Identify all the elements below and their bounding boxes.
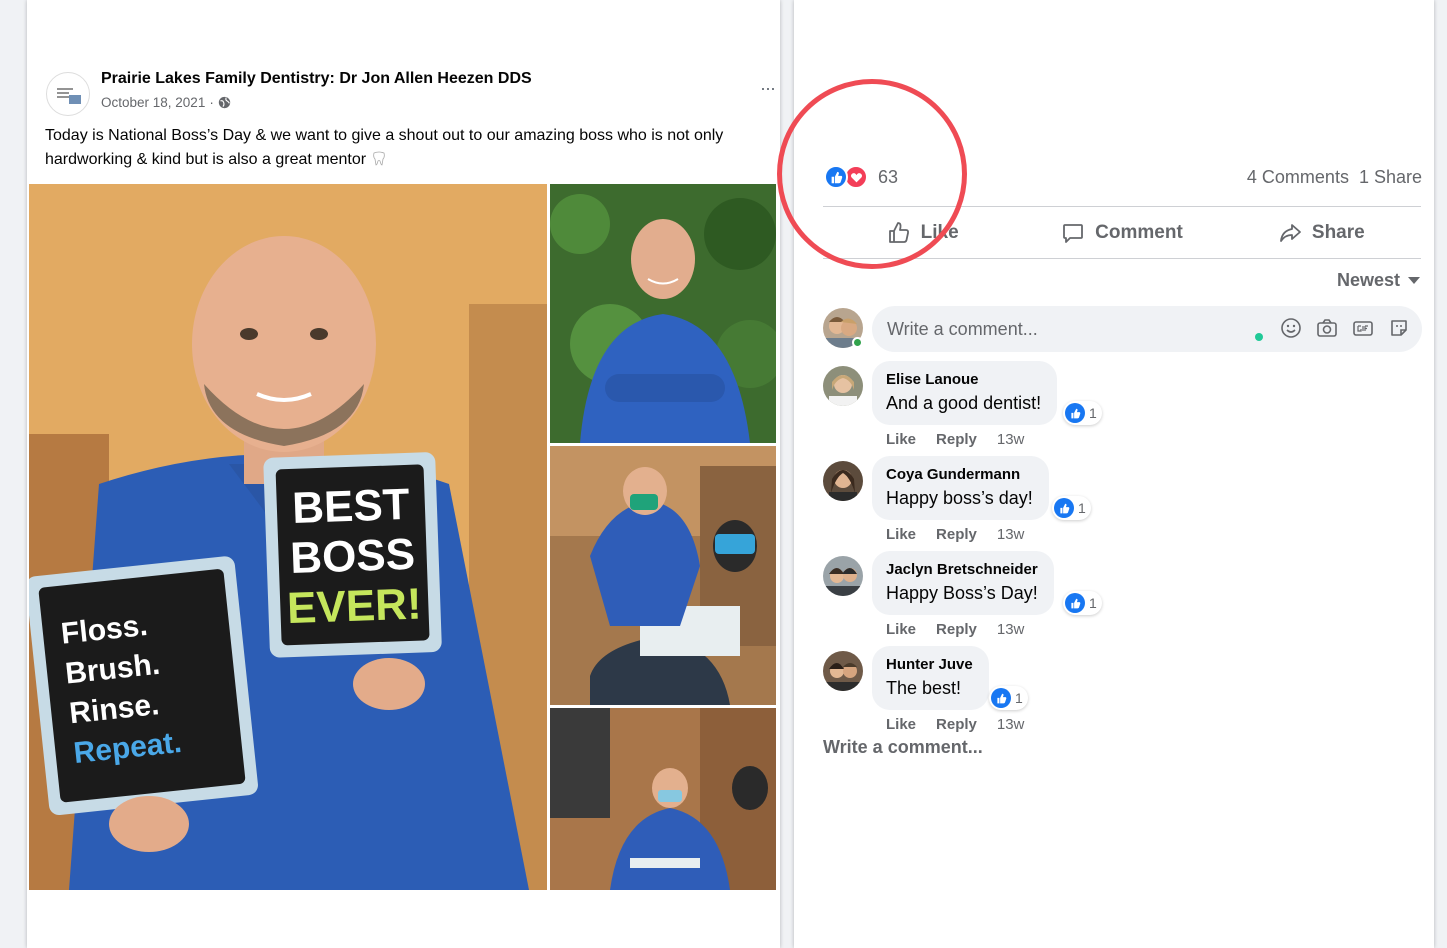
dentistry-logo-icon	[53, 83, 83, 105]
photo-thumb-3[interactable]	[550, 708, 776, 890]
post-panel: Prairie Lakes Family Dentistry: Dr Jon A…	[27, 0, 780, 948]
reaction-count: 63	[878, 166, 899, 187]
like-reaction-icon	[824, 165, 848, 189]
comment-bubble: Elise Lanoue And a good dentist!	[872, 361, 1058, 425]
comment-actions: Like Reply 13w	[886, 716, 1024, 733]
action-bar: Like Comment Share	[823, 208, 1421, 258]
comment-text: Happy Boss’s Day!	[886, 583, 1038, 603]
comment-reaction-badge[interactable]: 1	[989, 686, 1028, 710]
photo-thumb-2[interactable]	[550, 446, 776, 705]
comment-like-link[interactable]: Like	[886, 621, 916, 638]
share-button[interactable]: Share	[1222, 208, 1421, 258]
share-button-label: Share	[1311, 222, 1365, 243]
meta-separator: ·	[209, 95, 214, 110]
comment-button-label: Comment	[1095, 222, 1183, 243]
photo-thumb-1[interactable]	[550, 184, 776, 443]
comment-input[interactable]	[887, 306, 1247, 352]
like-button-label: Like	[920, 222, 959, 243]
comment-composer	[872, 306, 1422, 352]
sign-ever: EVER!	[286, 580, 422, 634]
comment-reply-link[interactable]: Reply	[936, 431, 977, 448]
comment-actions: Like Reply 13w	[886, 621, 1024, 638]
comment-author[interactable]: Jaclyn Bretschneider	[886, 560, 1038, 580]
like-reaction-icon	[1065, 593, 1085, 613]
photo-main[interactable]: Floss. Brush. Rinse. Repeat. BEST BOSS E…	[29, 184, 547, 890]
comment-reply-link[interactable]: Reply	[936, 621, 977, 638]
like-button[interactable]: Like	[823, 208, 1022, 258]
engagement-counts: 4 Comments 1 Share	[1247, 167, 1422, 188]
comment-item: Hunter Juve The best! 1 Like Reply 13w	[823, 646, 1413, 741]
comment-reaction-badge[interactable]: 1	[1063, 591, 1102, 615]
comment-timestamp[interactable]: 13w	[997, 526, 1025, 543]
shares-count[interactable]: 1 Share	[1359, 167, 1422, 188]
comment-text: Happy boss’s day!	[886, 488, 1033, 508]
chevron-down-icon	[1408, 277, 1420, 284]
comment-reaction-count: 1	[1089, 595, 1097, 611]
tooth-icon	[372, 151, 385, 166]
post-text: Today is National Boss’s Day & we want t…	[45, 124, 765, 172]
comment-bubble: Hunter Juve The best!	[872, 646, 989, 710]
divider-bottom	[823, 258, 1421, 259]
comment-like-link[interactable]: Like	[886, 716, 916, 733]
like-reaction-icon	[1054, 498, 1074, 518]
write-comment-link[interactable]: Write a comment...	[823, 737, 983, 758]
comment-reaction-count: 1	[1078, 500, 1086, 516]
thumbs-up-icon	[888, 222, 909, 243]
comment-item: Coya Gundermann Happy boss’s day! 1 Like…	[823, 456, 1413, 551]
comment-reaction-badge[interactable]: 1	[1052, 496, 1091, 520]
like-reaction-icon	[991, 688, 1011, 708]
gif-icon[interactable]	[1352, 317, 1374, 339]
composer-icons	[1280, 317, 1410, 339]
post-meta: October 18, 2021 ·	[101, 95, 231, 110]
more-options-icon[interactable]: ···	[760, 78, 776, 99]
comment-reaction-count: 1	[1015, 690, 1023, 706]
comment-bubble: Jaclyn Bretschneider Happy Boss’s Day!	[872, 551, 1054, 615]
engagement-panel: 63 4 Comments 1 Share Like Comment Share…	[794, 0, 1434, 948]
page-name[interactable]: Prairie Lakes Family Dentistry: Dr Jon A…	[101, 70, 532, 88]
comment-icon	[1063, 224, 1084, 243]
camera-icon[interactable]	[1316, 317, 1338, 339]
comment-author[interactable]: Elise Lanoue	[886, 370, 1041, 390]
comment-button[interactable]: Comment	[1022, 208, 1221, 258]
reactions-summary[interactable]: 63	[824, 165, 898, 189]
comment-item: Elise Lanoue And a good dentist! 1 Like …	[823, 361, 1413, 456]
comment-like-link[interactable]: Like	[886, 526, 916, 543]
comment-reaction-count: 1	[1089, 405, 1097, 421]
comment-actions: Like Reply 13w	[886, 431, 1024, 448]
sort-label: Newest	[1336, 270, 1400, 290]
emoji-icon[interactable]	[1280, 317, 1302, 339]
page-avatar[interactable]	[46, 72, 90, 116]
comment-like-link[interactable]: Like	[886, 431, 916, 448]
sticker-icon[interactable]	[1388, 317, 1410, 339]
comment-timestamp[interactable]: 13w	[997, 621, 1025, 638]
sign-best: BEST	[291, 480, 410, 533]
comment-text: The best!	[886, 678, 962, 698]
comment-timestamp[interactable]: 13w	[997, 716, 1025, 733]
commenter-avatar[interactable]	[823, 461, 863, 501]
post-date[interactable]: October 18, 2021	[101, 95, 205, 110]
comment-text: And a good dentist!	[886, 393, 1042, 413]
comment-reply-link[interactable]: Reply	[936, 716, 977, 733]
like-reaction-icon	[1065, 403, 1085, 423]
share-icon	[1280, 224, 1301, 242]
typing-indicator-dot	[1255, 333, 1263, 341]
divider-top	[823, 206, 1421, 207]
comment-timestamp[interactable]: 13w	[997, 431, 1025, 448]
comment-author[interactable]: Coya Gundermann	[886, 465, 1033, 485]
comment-author[interactable]: Hunter Juve	[886, 655, 973, 675]
sort-dropdown[interactable]: Newest	[1337, 270, 1420, 291]
commenter-avatar[interactable]	[823, 651, 863, 691]
comment-reply-link[interactable]: Reply	[936, 526, 977, 543]
sign-boss: BOSS	[289, 530, 415, 583]
comment-reaction-badge[interactable]: 1	[1063, 401, 1102, 425]
commenter-avatar[interactable]	[823, 366, 863, 406]
comment-item: Jaclyn Bretschneider Happy Boss’s Day! 1…	[823, 551, 1413, 646]
comment-actions: Like Reply 13w	[886, 526, 1024, 543]
comments-count[interactable]: 4 Comments	[1247, 167, 1349, 188]
globe-icon	[218, 96, 231, 109]
comment-bubble: Coya Gundermann Happy boss’s day!	[872, 456, 1049, 520]
online-status-dot	[852, 337, 863, 348]
commenter-avatar[interactable]	[823, 556, 863, 596]
